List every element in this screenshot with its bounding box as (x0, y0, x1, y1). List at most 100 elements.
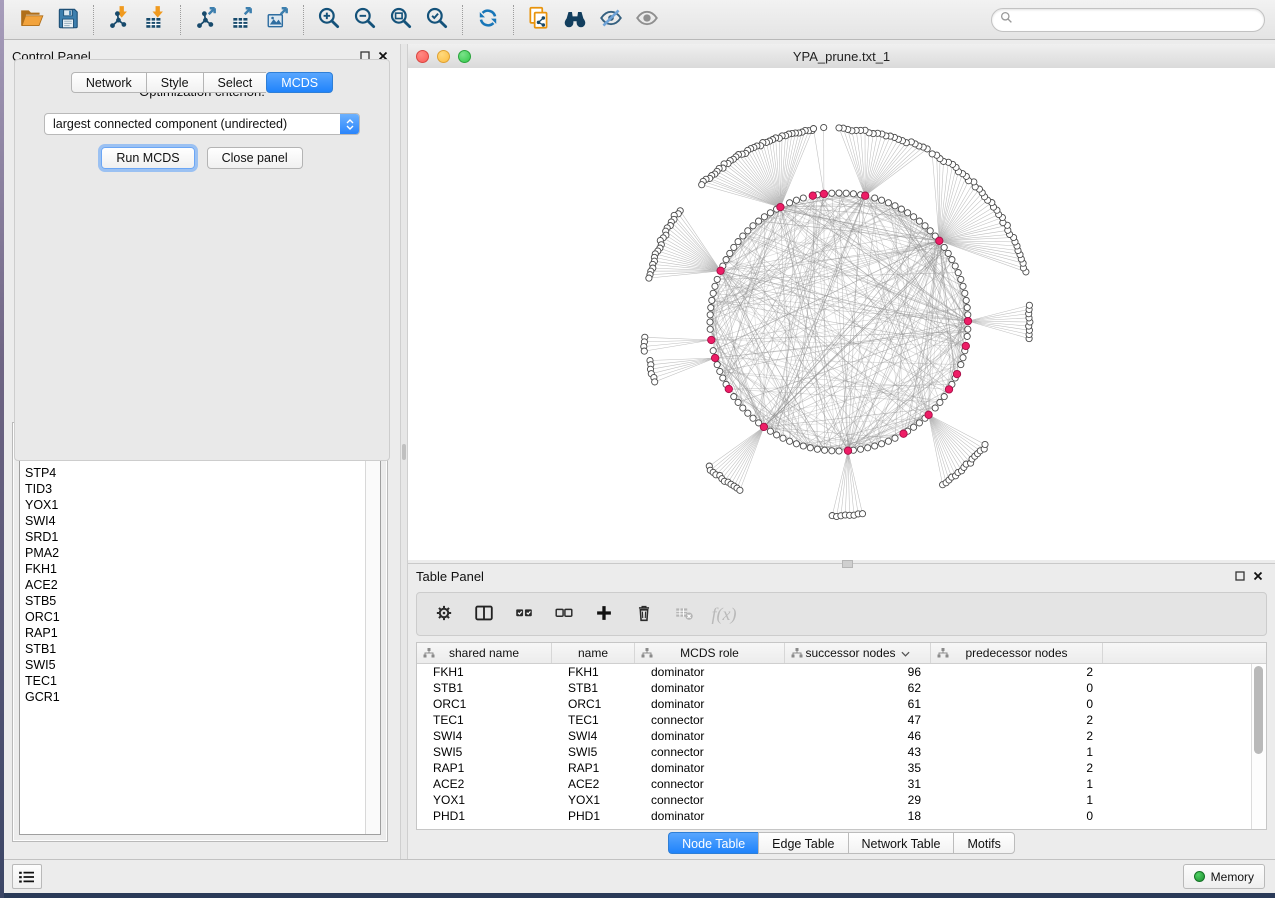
mcds-result-item[interactable]: SWI5 (20, 657, 380, 673)
zoom-in-button[interactable] (311, 3, 347, 37)
column-label: shared name (449, 646, 519, 660)
select-all-button[interactable] (507, 598, 541, 630)
export-network-button[interactable] (188, 3, 224, 37)
table-panel-close-button[interactable] (1249, 567, 1267, 585)
table-row[interactable]: SWI5SWI5connector431 (417, 744, 1266, 760)
column-header-successor-nodes[interactable]: successor nodes (785, 643, 931, 663)
mcds-result-item[interactable]: PMA2 (20, 545, 380, 561)
zoom-selected-button[interactable] (419, 3, 455, 37)
splitter-grip[interactable] (402, 444, 406, 460)
mcds-result-item[interactable]: YOX1 (20, 497, 380, 513)
cell-shared-name: YOX1 (417, 793, 552, 807)
cell-name: SWI5 (552, 745, 635, 759)
table-row[interactable]: FKH1FKH1dominator962 (417, 664, 1266, 680)
table-scrollbar[interactable] (1251, 664, 1266, 829)
cell-predecessor-nodes: 2 (931, 761, 1103, 775)
mcds-result-list[interactable]: PHD1CAR1STP4TID3YOX1SWI4SRD1PMA2FKH1ACE2… (19, 432, 381, 835)
tab-node-table[interactable]: Node Table (668, 832, 758, 854)
toggle-columns-button[interactable] (467, 598, 501, 630)
tab-motifs[interactable]: Motifs (953, 832, 1014, 854)
tab-select[interactable]: Select (203, 72, 267, 93)
table-row[interactable]: TEC1TEC1connector472 (417, 712, 1266, 728)
tab-edge-table[interactable]: Edge Table (758, 832, 847, 854)
mcds-result-item[interactable]: STB5 (20, 593, 380, 609)
mcds-result-item[interactable]: RAP1 (20, 625, 380, 641)
mcds-result-item[interactable]: FKH1 (20, 561, 380, 577)
table-scrollbar-thumb[interactable] (1254, 666, 1263, 754)
network-canvas[interactable] (408, 68, 1275, 560)
export-table-icon (229, 5, 255, 34)
cell-predecessor-nodes: 0 (931, 809, 1103, 823)
zoom-out-button[interactable] (347, 3, 383, 37)
column-header-predecessor-nodes[interactable]: predecessor nodes (931, 643, 1103, 663)
clone-network-button[interactable] (521, 3, 557, 37)
mcds-result-item[interactable]: TID3 (20, 481, 380, 497)
memory-button[interactable]: Memory (1183, 864, 1265, 889)
column-header-name[interactable]: name (552, 643, 635, 663)
refresh-button[interactable] (470, 3, 506, 37)
mcds-result-item[interactable]: ORC1 (20, 609, 380, 625)
mcds-result-item[interactable]: STP4 (20, 465, 380, 481)
add-column-button[interactable] (587, 598, 621, 630)
list-icon (18, 870, 36, 884)
export-table-button[interactable] (224, 3, 260, 37)
cell-name: SWI4 (552, 729, 635, 743)
table-row[interactable]: SWI4SWI4dominator462 (417, 728, 1266, 744)
table-row[interactable]: RAP1RAP1dominator352 (417, 760, 1266, 776)
close-panel-button[interactable]: Close panel (207, 147, 303, 169)
cell-name: FKH1 (552, 665, 635, 679)
float-icon (1235, 571, 1245, 581)
mcds-result-item[interactable]: TEC1 (20, 673, 380, 689)
mcds-result-item[interactable]: GCR1 (20, 689, 380, 705)
tab-mcds[interactable]: MCDS (266, 72, 333, 93)
tab-network-table[interactable]: Network Table (848, 832, 954, 854)
cell-predecessor-nodes: 2 (931, 713, 1103, 727)
cell-shared-name: PHD1 (417, 809, 552, 823)
table-panel-float-button[interactable] (1231, 567, 1249, 585)
delete-table-button (667, 598, 701, 630)
save-button[interactable] (50, 3, 86, 37)
cell-successor-nodes: 29 (785, 793, 931, 807)
panel-splitter[interactable] (400, 44, 408, 860)
cell-shared-name: TEC1 (417, 713, 552, 727)
mcds-result-item[interactable]: SRD1 (20, 529, 380, 545)
column-header-MCDS-role[interactable]: MCDS role (635, 643, 785, 663)
cell-name: RAP1 (552, 761, 635, 775)
table-row[interactable]: PHD1PHD1dominator180 (417, 808, 1266, 824)
tab-network[interactable]: Network (71, 72, 146, 93)
import-table-button[interactable] (137, 3, 173, 37)
refresh-icon (475, 5, 501, 34)
table-row[interactable]: ACE2ACE2connector311 (417, 776, 1266, 792)
unselect-all-button[interactable] (547, 598, 581, 630)
export-image-button[interactable] (260, 3, 296, 37)
run-mcds-button[interactable]: Run MCDS (101, 147, 194, 169)
open-button[interactable] (14, 3, 50, 37)
table-panel-splitter-grip[interactable] (842, 560, 853, 568)
table-row[interactable]: STB1STB1dominator620 (417, 680, 1266, 696)
zoom-fit-button[interactable] (383, 3, 419, 37)
mcds-result-item[interactable]: STB1 (20, 641, 380, 657)
task-history-button[interactable] (12, 864, 42, 889)
import-network-button[interactable] (101, 3, 137, 37)
search-input[interactable] (1018, 12, 1256, 28)
cell-name: ACE2 (552, 777, 635, 791)
mcds-list-scrollbar[interactable] (365, 433, 380, 834)
table-row[interactable]: YOX1YOX1connector291 (417, 792, 1266, 808)
cell-name: STB1 (552, 681, 635, 695)
binoculars-button[interactable] (557, 3, 593, 37)
delete-column-button[interactable] (627, 598, 661, 630)
mcds-pane: Optimization criterion: largest connecte… (14, 59, 390, 461)
cell-successor-nodes: 43 (785, 745, 931, 759)
column-header-shared-name[interactable]: shared name (417, 643, 552, 663)
hide-graphics-details-icon (598, 5, 624, 34)
optimization-criterion-select[interactable]: largest connected component (undirected) (44, 113, 360, 135)
table-options-button[interactable] (427, 598, 461, 630)
add-column-icon (593, 602, 615, 627)
criterion-selected-value: largest connected component (undirected) (45, 117, 340, 131)
mcds-result-item[interactable]: SWI4 (20, 513, 380, 529)
tab-style[interactable]: Style (146, 72, 203, 93)
table-row[interactable]: ORC1ORC1dominator610 (417, 696, 1266, 712)
workspace: YPA_prune.txt_1 Table Panel f(x) shared … (408, 44, 1275, 860)
hide-graphics-details-button[interactable] (593, 3, 629, 37)
mcds-result-item[interactable]: ACE2 (20, 577, 380, 593)
